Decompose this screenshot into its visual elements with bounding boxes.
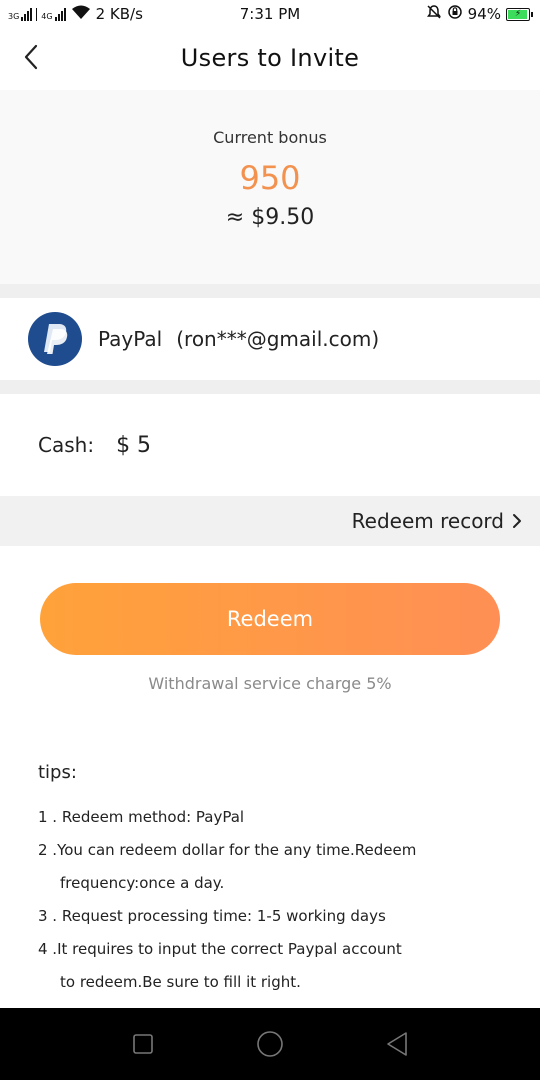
service-charge-note: Withdrawal service charge 5% <box>148 674 392 693</box>
tip-line: 4 .It requires to input the correct Payp… <box>38 940 402 958</box>
network-2-label: 4G <box>41 12 53 21</box>
divider <box>0 380 540 394</box>
bonus-label: Current bonus <box>213 128 327 147</box>
network-1-label: 3G <box>8 12 20 21</box>
payment-method-name: PayPal <box>98 327 163 351</box>
recent-apps-icon <box>133 1034 154 1054</box>
home-button[interactable] <box>250 1024 290 1064</box>
bonus-card: Current bonus 950 ≈ $9.50 <box>0 90 540 284</box>
payment-method-row[interactable]: PayPal (ron***@gmail.com) <box>0 298 540 380</box>
signal-icon: 3G 4G <box>8 7 66 21</box>
tip-line: 1 . Redeem method: PayPal <box>38 808 245 826</box>
status-bar: 3G 4G 2 KB/s 7:31 PM 94% ⚡ <box>0 0 540 28</box>
bonus-value: 950 <box>239 159 301 197</box>
tip-item: 1 . Redeem method: PayPal <box>38 801 540 834</box>
wifi-icon <box>71 5 91 24</box>
page-title: Users to Invite <box>180 44 360 72</box>
bonus-usd-value: ≈ $9.50 <box>225 205 315 230</box>
tip-item: 4 .It requires to input the correct Payp… <box>38 933 540 999</box>
battery-charging-icon: ⚡ <box>506 7 533 21</box>
tips-section: tips: 1 . Redeem method: PayPal 2 .You c… <box>0 730 540 1008</box>
tip-line-continued: to redeem.Be sure to fill it right. <box>60 973 301 991</box>
home-icon <box>257 1031 283 1057</box>
redeem-record-link[interactable]: Redeem record <box>0 496 540 546</box>
tip-item: 3 . Request processing time: 1-5 working… <box>38 900 540 933</box>
divider <box>0 284 540 298</box>
recent-apps-button[interactable] <box>123 1024 163 1064</box>
tip-line-continued: frequency:once a day. <box>60 874 225 892</box>
redeem-button[interactable]: Redeem <box>40 583 500 655</box>
top-nav-bar: Users to Invite <box>0 28 540 88</box>
tips-title: tips: <box>38 762 77 783</box>
tip-line: 3 . Request processing time: 1-5 working… <box>38 907 386 925</box>
tip-line: 2 .You can redeem dollar for the any tim… <box>38 841 417 859</box>
bell-off-icon <box>426 4 442 24</box>
system-navigation-bar <box>0 1008 540 1080</box>
battery-percent: 94% <box>467 5 501 23</box>
redeem-action-area: Redeem Withdrawal service charge 5% <box>0 546 540 730</box>
payment-account: (ron***@gmail.com) <box>176 327 380 351</box>
back-icon <box>386 1032 407 1056</box>
cash-label: Cash: <box>38 433 95 457</box>
cash-value: $ 5 <box>116 432 152 458</box>
paypal-icon <box>28 312 82 366</box>
system-back-button[interactable] <box>377 1024 417 1064</box>
back-button[interactable] <box>16 42 46 72</box>
cash-row: Cash: $ 5 <box>0 394 540 496</box>
payment-method-text: PayPal (ron***@gmail.com) <box>98 327 379 351</box>
rotation-lock-icon <box>447 4 463 24</box>
network-speed: 2 KB/s <box>95 5 143 23</box>
chevron-right-icon <box>513 514 521 528</box>
tip-item: 2 .You can redeem dollar for the any tim… <box>38 834 540 900</box>
redeem-record-label: Redeem record <box>351 509 504 533</box>
chevron-left-icon <box>24 44 38 70</box>
